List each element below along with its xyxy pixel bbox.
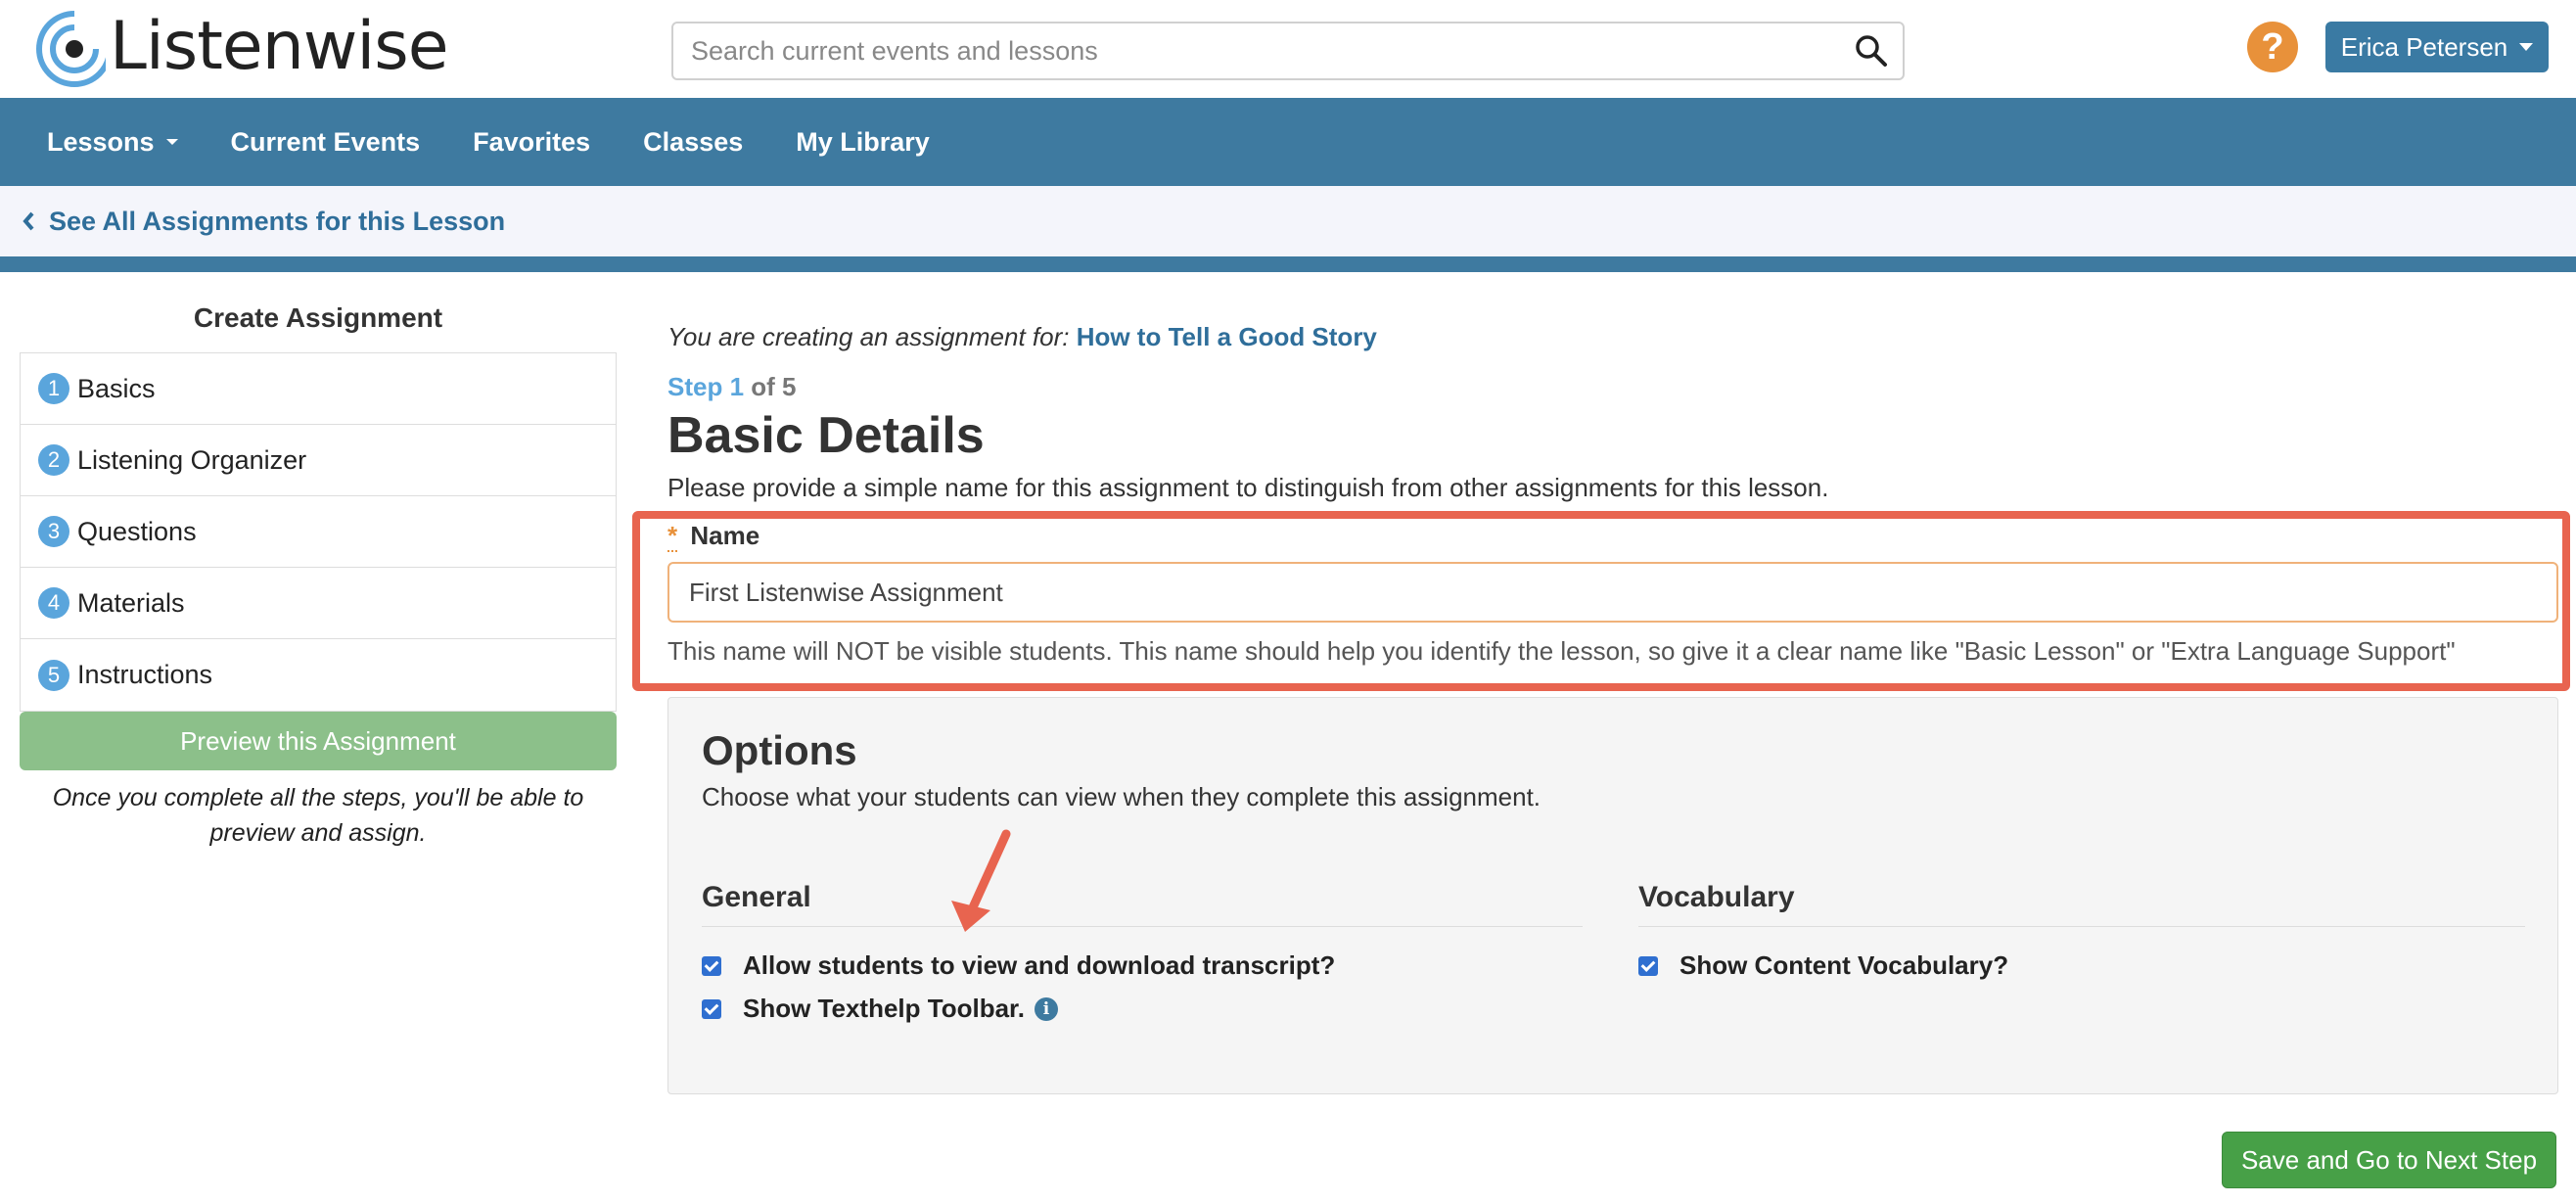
back-to-assignments-link[interactable]: See All Assignments for this Lesson <box>22 207 505 237</box>
caret-down-icon <box>165 139 178 145</box>
user-name: Erica Petersen <box>2340 31 2508 62</box>
option-texthelp: Show Texthelp Toolbar. i <box>702 994 1058 1024</box>
step-number: 1 <box>38 373 69 404</box>
search-box <box>671 22 1905 80</box>
step-number: 4 <box>38 587 69 619</box>
annotation-arrow-icon <box>951 829 1011 932</box>
option-label: Show Texthelp Toolbar. <box>743 994 1025 1023</box>
step-listening-organizer[interactable]: 2 Listening Organizer <box>21 425 616 496</box>
step-label: Materials <box>77 587 185 618</box>
divider-stripe <box>0 256 2576 272</box>
steps-list: 1 Basics 2 Listening Organizer 3 Questio… <box>20 352 617 712</box>
search-icon[interactable] <box>1854 33 1889 69</box>
nav-item-label: Classes <box>643 126 744 157</box>
main-content: You are creating an assignment for: How … <box>667 311 2556 503</box>
required-marker: * <box>667 521 678 552</box>
search-input[interactable] <box>673 23 1828 78</box>
option-label: Show Content Vocabulary? <box>1679 950 2009 980</box>
nav-item-my-library[interactable]: My Library <box>796 127 930 158</box>
nav-item-current-events[interactable]: Current Events <box>231 127 421 158</box>
nav-item-label: Favorites <box>473 126 591 157</box>
step-materials[interactable]: 4 Materials <box>21 568 616 639</box>
option-transcript: Allow students to view and download tran… <box>702 950 1335 981</box>
preview-assignment-button[interactable]: Preview this Assignment <box>20 712 617 770</box>
nav-item-favorites[interactable]: Favorites <box>473 127 590 158</box>
step-label: Instructions <box>77 660 213 689</box>
texthelp-checkbox[interactable] <box>702 998 721 1019</box>
step-instructions[interactable]: 5 Instructions <box>21 639 616 711</box>
save-next-step-button[interactable]: Save and Go to Next Step <box>2222 1132 2556 1188</box>
caret-down-icon <box>2519 43 2534 51</box>
general-heading: General <box>702 878 1583 927</box>
step-indicator: Step 1 of 5 <box>667 372 2556 402</box>
assignment-name-input[interactable] <box>667 562 2558 623</box>
top-header: Listenwise ? Erica Petersen <box>0 0 2576 98</box>
vocabulary-checkbox[interactable] <box>1638 955 1658 976</box>
step-label: Questions <box>77 516 197 546</box>
step-total: of 5 <box>751 372 797 401</box>
option-label: Allow students to view and download tran… <box>743 950 1336 980</box>
step-label: Basics <box>77 373 156 403</box>
step-current: Step 1 <box>667 372 745 401</box>
back-bar: See All Assignments for this Lesson <box>0 186 2576 256</box>
nav-item-label: Lessons <box>47 126 155 157</box>
sidebar-note: Once you complete all the steps, you'll … <box>52 784 584 847</box>
nav-item-lessons[interactable]: Lessons <box>47 127 178 158</box>
logo-text: Listenwise <box>110 8 449 85</box>
options-title: Options <box>702 727 857 773</box>
assignment-steps-sidebar: Create Assignment 1 Basics 2 Listening O… <box>20 294 617 851</box>
name-help-text: This name will NOT be visible students. … <box>667 636 2456 666</box>
option-content-vocabulary: Show Content Vocabulary? <box>1638 950 2008 981</box>
step-number: 3 <box>38 516 69 547</box>
sidebar-title: Create Assignment <box>193 302 443 333</box>
vocabulary-heading: Vocabulary <box>1638 878 2525 927</box>
chevron-left-icon <box>23 211 34 231</box>
user-menu-button[interactable]: Erica Petersen <box>2325 22 2549 72</box>
name-field-label: * Name <box>667 521 760 552</box>
step-questions[interactable]: 3 Questions <box>21 496 616 568</box>
logo-icon <box>27 4 113 90</box>
logo[interactable]: Listenwise <box>27 4 449 90</box>
step-label: Listening Organizer <box>77 444 307 475</box>
page-title: Basic Details <box>667 407 985 464</box>
page-description: Please provide a simple name for this as… <box>667 473 1829 502</box>
assignment-context: You are creating an assignment for: How … <box>667 311 2556 362</box>
step-number: 2 <box>38 444 69 476</box>
help-icon[interactable]: ? <box>2247 22 2298 72</box>
main-nav: Lessons Current Events Favorites Classes… <box>0 98 2576 186</box>
step-number: 5 <box>38 659 69 691</box>
lesson-title-link[interactable]: How to Tell a Good Story <box>1077 322 1377 351</box>
info-icon[interactable]: i <box>1034 996 1058 1021</box>
step-basics[interactable]: 1 Basics <box>21 353 616 425</box>
options-description: Choose what your students can view when … <box>702 782 1541 811</box>
nav-item-label: My Library <box>796 126 930 157</box>
context-prefix: You are creating an assignment for: <box>667 322 1070 351</box>
transcript-checkbox[interactable] <box>702 955 721 976</box>
nav-item-classes[interactable]: Classes <box>643 127 743 158</box>
nav-item-label: Current Events <box>230 126 421 157</box>
name-label-text: Name <box>690 521 760 550</box>
back-link-label: See All Assignments for this Lesson <box>49 206 506 236</box>
